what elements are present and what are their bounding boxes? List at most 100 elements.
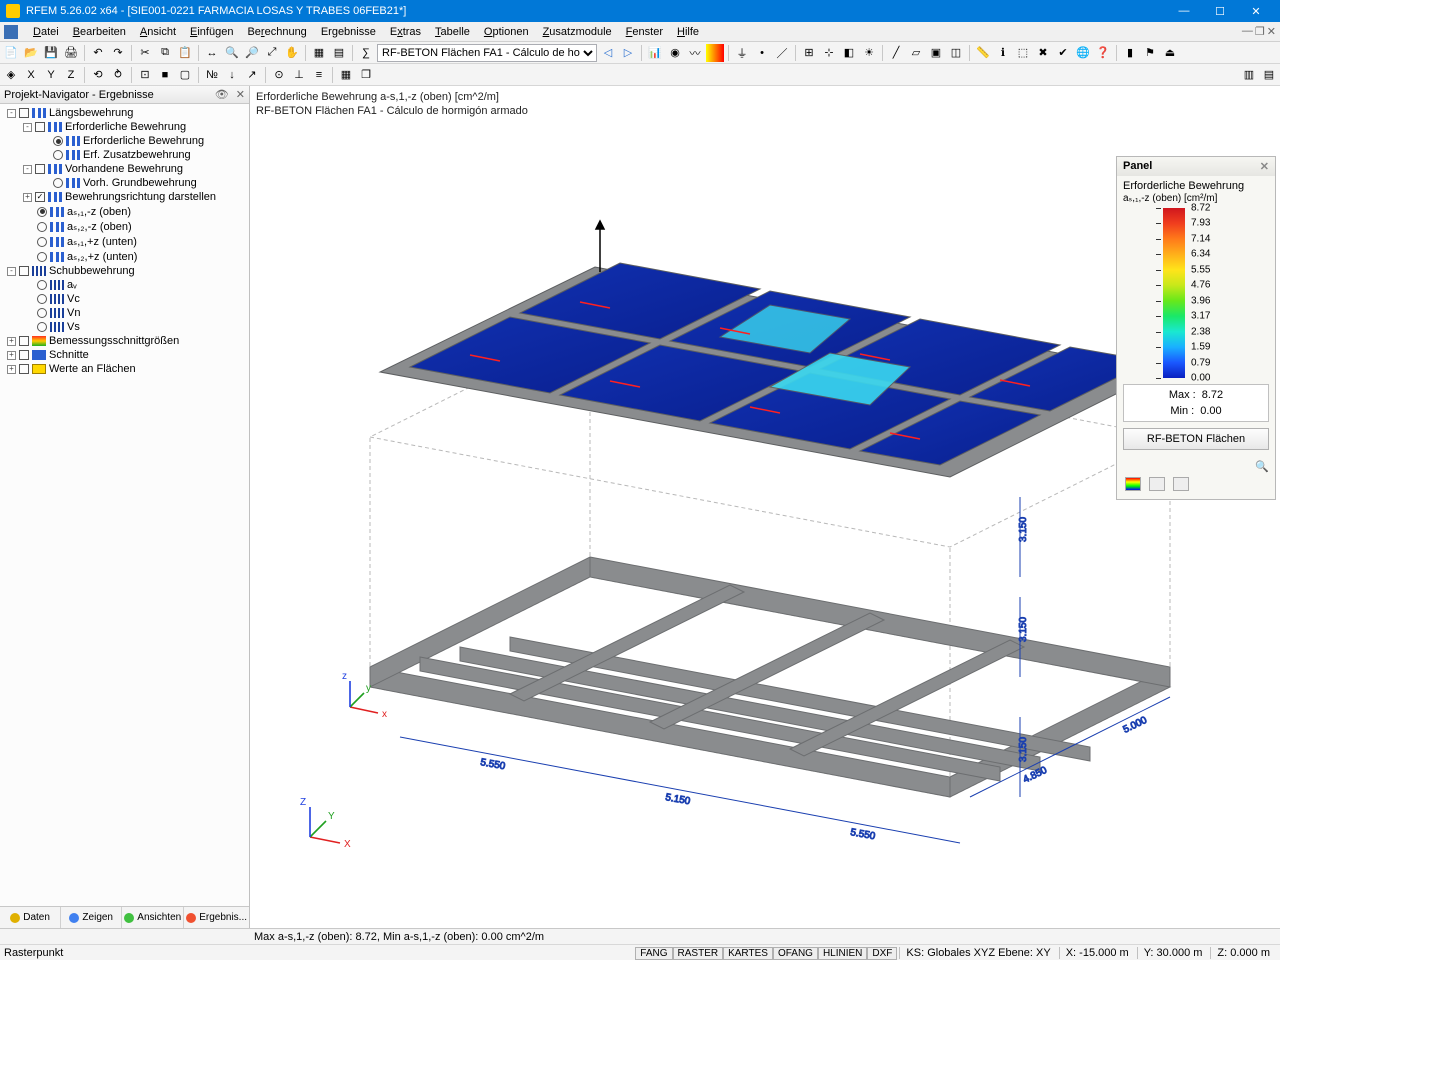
nav-tab-ansichten[interactable]: Ansichten <box>122 907 184 928</box>
nav-tab-ergebnisse[interactable]: Ergebnis... <box>184 907 249 928</box>
navigator-close-icon[interactable]: ✕ <box>236 88 245 101</box>
nav-tab-daten[interactable]: Daten <box>0 907 61 928</box>
paste-icon[interactable]: 📋 <box>176 44 194 62</box>
support-icon[interactable]: ⏚ <box>733 44 751 62</box>
copy-icon[interactable]: ⧉ <box>156 44 174 62</box>
isolines-icon[interactable]: ◉ <box>666 44 684 62</box>
tree-node[interactable]: -Schubbewehrung <box>0 264 249 278</box>
radio-icon[interactable] <box>37 322 47 332</box>
wireframe-icon[interactable]: ⊡ <box>136 66 154 84</box>
view-y-icon[interactable]: Y <box>42 66 60 84</box>
color-scale-icon[interactable] <box>706 44 724 62</box>
checkbox-icon[interactable] <box>19 364 29 374</box>
tree-node[interactable]: +Bemessungsschnittgrößen <box>0 334 249 348</box>
results-icon[interactable]: 📊 <box>646 44 664 62</box>
member-icon[interactable]: ／ <box>773 44 791 62</box>
panel-tab-colors-icon[interactable] <box>1125 477 1141 491</box>
radio-icon[interactable] <box>53 150 63 160</box>
mdi-restore-icon[interactable]: ❐ <box>1255 25 1265 38</box>
radio-icon[interactable] <box>37 222 47 232</box>
panel-close-icon[interactable]: ✕ <box>1260 160 1269 173</box>
panel-tab-filter-icon[interactable] <box>1173 477 1189 491</box>
loads-icon[interactable]: ↓ <box>223 66 241 84</box>
tree-node[interactable]: aₛ,₁,+z (unten) <box>0 234 249 249</box>
checkbox-icon[interactable] <box>35 122 45 132</box>
tree-node[interactable]: Vc <box>0 292 249 306</box>
zoom-all-icon[interactable]: ⤢ <box>263 44 281 62</box>
tree-node[interactable]: -Erforderliche Bewehrung <box>0 120 249 134</box>
opening-icon[interactable]: ◫ <box>947 44 965 62</box>
render-icon[interactable]: ◧ <box>840 44 858 62</box>
menu-fenster[interactable]: Fenster <box>619 24 670 40</box>
checkbox-icon[interactable] <box>19 336 29 346</box>
flag-icon[interactable]: ⚑ <box>1141 44 1159 62</box>
numbers-icon[interactable]: № <box>203 66 221 84</box>
tree-node[interactable]: Vs <box>0 320 249 334</box>
tree-node[interactable]: aₛ,₂,+z (unten) <box>0 249 249 264</box>
radio-icon[interactable] <box>53 136 63 146</box>
radio-icon[interactable] <box>37 308 47 318</box>
tree-node[interactable]: Erforderliche Bewehrung <box>0 134 249 148</box>
window-tile-icon[interactable]: ▦ <box>337 66 355 84</box>
cut-icon[interactable]: ✂ <box>136 44 154 62</box>
tree-node[interactable]: aₛ,₂,-z (oben) <box>0 219 249 234</box>
find-icon[interactable]: 🔍 <box>223 44 241 62</box>
expander-icon[interactable]: - <box>23 165 32 174</box>
loadcase-combo[interactable]: RF-BETON Flächen FA1 - Cálculo de ho <box>377 44 597 62</box>
window-cascade-icon[interactable]: ❐ <box>357 66 375 84</box>
menu-einfuegen[interactable]: Einfügen <box>183 24 240 40</box>
module-icon[interactable]: ▮ <box>1121 44 1139 62</box>
tree-node[interactable]: aₛ,₁,-z (oben) <box>0 204 249 219</box>
globe-icon[interactable]: 🌐 <box>1074 44 1092 62</box>
menu-ansicht[interactable]: Ansicht <box>133 24 183 40</box>
undo-icon[interactable]: ↶ <box>89 44 107 62</box>
help-icon[interactable]: ❓ <box>1094 44 1112 62</box>
check-icon[interactable]: ✔ <box>1054 44 1072 62</box>
exit-icon[interactable]: ⏏ <box>1161 44 1179 62</box>
viewport-3d[interactable]: Erforderliche Bewehrung a-s,1,-z (oben) … <box>250 86 1280 928</box>
checkbox-icon[interactable] <box>35 164 45 174</box>
calc-icon[interactable]: ∑ <box>357 44 375 62</box>
solid-icon[interactable]: ▣ <box>927 44 945 62</box>
tree-node[interactable]: -Längsbewehrung <box>0 106 249 120</box>
surface-icon[interactable]: ▱ <box>907 44 925 62</box>
menu-zusatzmodule[interactable]: Zusatzmodule <box>536 24 619 40</box>
panel-search-icon[interactable]: 🔍 <box>1255 461 1269 473</box>
menu-ergebnisse[interactable]: Ergebnisse <box>314 24 383 40</box>
pan-icon[interactable]: ✋ <box>283 44 301 62</box>
zoom-window-icon[interactable]: 🔎 <box>243 44 261 62</box>
mdi-minimize-icon[interactable]: — <box>1242 25 1253 38</box>
expander-icon[interactable]: - <box>23 123 32 132</box>
mdi-close-icon[interactable]: ✕ <box>1267 25 1276 38</box>
minimize-button[interactable]: — <box>1166 0 1202 22</box>
checkbox-icon[interactable] <box>19 350 29 360</box>
nav-tab-zeigen[interactable]: Zeigen <box>61 907 122 928</box>
panel-tab-factors-icon[interactable] <box>1149 477 1165 491</box>
expander-icon[interactable]: - <box>7 109 16 118</box>
prev-icon[interactable]: ◁ <box>599 44 617 62</box>
axes-icon[interactable]: ⊹ <box>820 44 838 62</box>
print-icon[interactable]: 🖨 <box>62 44 80 62</box>
checkbox-icon[interactable] <box>19 108 29 118</box>
radio-icon[interactable] <box>37 294 47 304</box>
delete-icon[interactable]: ✖ <box>1034 44 1052 62</box>
solid-view-icon[interactable]: ■ <box>156 66 174 84</box>
table-icon[interactable]: ▦ <box>310 44 328 62</box>
tree-node[interactable]: -Vorhandene Bewehrung <box>0 162 249 176</box>
maximize-button[interactable]: ☐ <box>1202 0 1238 22</box>
ortho-icon[interactable]: ⊥ <box>290 66 308 84</box>
radio-icon[interactable] <box>37 252 47 262</box>
orbit-icon[interactable]: ⥁ <box>109 66 127 84</box>
new-icon[interactable]: 📄 <box>2 44 20 62</box>
layer-icon[interactable]: ≡ <box>310 66 328 84</box>
checkbox-icon[interactable] <box>19 266 29 276</box>
menu-bearbeiten[interactable]: Bearbeiten <box>66 24 133 40</box>
expander-icon[interactable]: + <box>7 365 16 374</box>
tree-node[interactable]: Vorh. Grundbewehrung <box>0 176 249 190</box>
radio-icon[interactable] <box>37 237 47 247</box>
tree-node[interactable]: Vn <box>0 306 249 320</box>
deform-icon[interactable]: 〰 <box>686 44 704 62</box>
expander-icon[interactable]: + <box>7 351 16 360</box>
status-tab-kartes[interactable]: KARTES <box>723 947 773 960</box>
menu-hilfe[interactable]: Hilfe <box>670 24 706 40</box>
